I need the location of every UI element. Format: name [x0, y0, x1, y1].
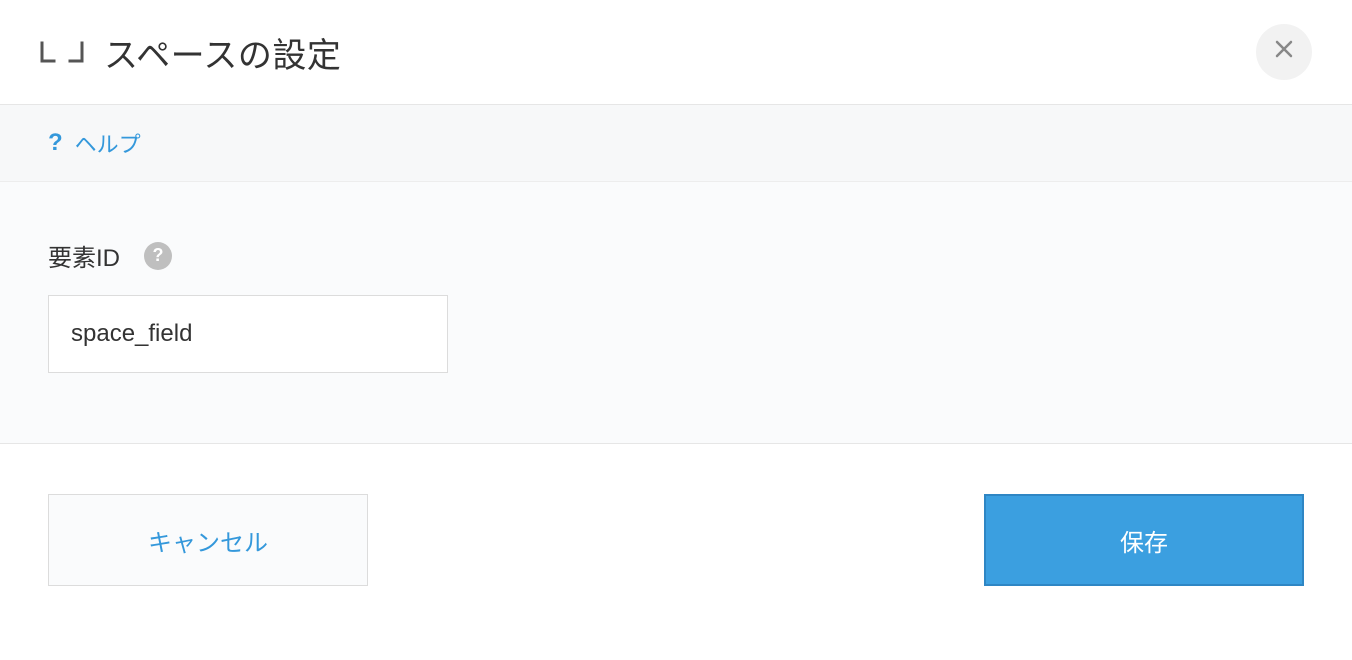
close-button[interactable]	[1256, 24, 1312, 80]
close-icon	[1274, 38, 1294, 66]
form-section: 要素ID ?	[0, 181, 1352, 443]
field-label-row: 要素ID ?	[48, 238, 1304, 273]
dialog-header: スペースの設定	[0, 0, 1352, 104]
save-button[interactable]: 保存	[984, 494, 1304, 586]
help-link[interactable]: ? ヘルプ	[48, 127, 141, 159]
element-id-label: 要素ID	[48, 238, 120, 273]
space-settings-dialog: スペースの設定 ? ヘルプ 要素ID ? キャンセル 保存	[0, 0, 1352, 660]
help-indicator-icon[interactable]: ?	[144, 242, 172, 270]
dialog-footer: キャンセル 保存	[0, 443, 1352, 636]
help-link-label: ヘルプ	[75, 127, 141, 159]
dialog-title: スペースの設定	[104, 28, 341, 77]
cancel-button[interactable]: キャンセル	[48, 494, 368, 586]
space-icon	[40, 41, 84, 63]
element-id-input[interactable]	[48, 295, 448, 373]
dialog-title-wrap: スペースの設定	[40, 28, 341, 77]
help-bar: ? ヘルプ	[0, 104, 1352, 181]
question-icon: ?	[48, 129, 63, 157]
